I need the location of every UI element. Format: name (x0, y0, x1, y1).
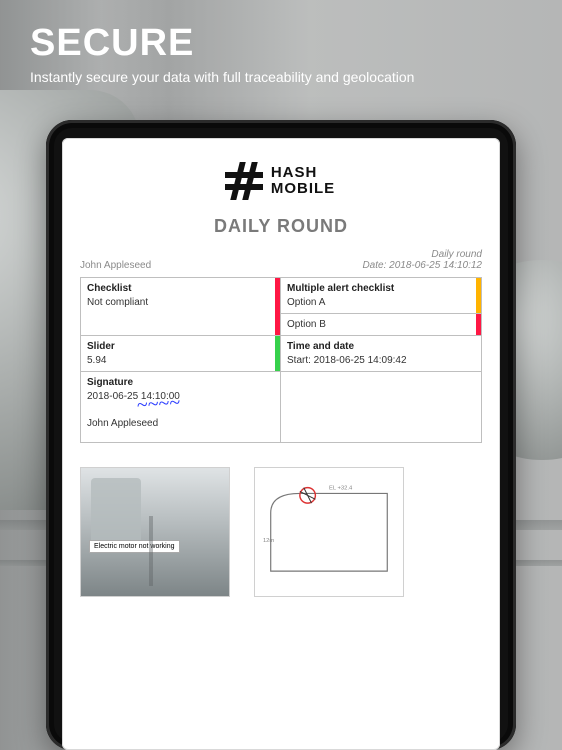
multi-option-b: Option B (287, 319, 475, 330)
status-bar-orange (476, 278, 481, 313)
svg-text:EL +32.4: EL +32.4 (329, 486, 353, 492)
brand-line1: HASH (271, 165, 335, 181)
brand-line2: MOBILE (271, 181, 335, 197)
signature-timestamp: 2018-06-25 14:10:00 (87, 391, 274, 402)
slider-value: 5.94 (87, 355, 274, 366)
document-date: 2018-06-25 14:10:12 (389, 260, 482, 271)
hero-banner: SECURE Instantly secure your data with f… (30, 22, 542, 85)
tablet-frame: HASH MOBILE DAILY ROUND John Appleseed D… (46, 120, 516, 750)
app-screen: HASH MOBILE DAILY ROUND John Appleseed D… (62, 138, 500, 750)
status-bar-green (275, 336, 280, 371)
status-bar-red-2 (476, 314, 481, 335)
checklist-value: Not compliant (87, 297, 274, 308)
checklist-label: Checklist (87, 283, 274, 294)
multi-alert-cell: Multiple alert checklist Option A Option… (281, 278, 481, 335)
document-title: DAILY ROUND (80, 216, 482, 237)
brand-logo: HASH MOBILE (80, 164, 482, 198)
date-prefix: Date: (362, 260, 389, 271)
brand-text: HASH MOBILE (271, 165, 335, 197)
signature-label: Signature (87, 377, 274, 388)
timedate-cell: Time and date Start: 2018-06-25 14:09:42 (281, 336, 481, 371)
author-name: John Appleseed (80, 260, 151, 271)
slider-label: Slider (87, 341, 274, 352)
signature-name: John Appleseed (87, 418, 274, 429)
schematic-icon: EL +32.4 12m (261, 474, 397, 591)
status-bar-red (275, 278, 280, 335)
multi-label: Multiple alert checklist (287, 283, 475, 294)
hero-title: SECURE (30, 22, 542, 65)
document-meta: John Appleseed Daily round Date: 2018-06… (80, 249, 482, 271)
attachment-diagram[interactable]: EL +32.4 12m (254, 467, 404, 597)
signature-cell: Signature 2018-06-25 14:10:00 ~~~~ John … (81, 372, 281, 442)
attachment-photo[interactable]: Electric motor not working (80, 467, 230, 597)
slider-cell: Slider 5.94 (81, 336, 281, 371)
signature-scribble: ~~~~ (136, 392, 181, 418)
form-grid: Checklist Not compliant Multiple alert c… (80, 277, 482, 443)
attachments-row: Electric motor not working EL +32.4 12m (80, 467, 482, 597)
timedate-label: Time and date (287, 341, 475, 352)
svg-text:12m: 12m (263, 538, 274, 544)
photo-caption: Electric motor not working (89, 540, 180, 553)
timedate-value: Start: 2018-06-25 14:09:42 (287, 355, 475, 366)
checklist-cell: Checklist Not compliant (81, 278, 281, 335)
hash-icon (227, 164, 261, 198)
hero-subtitle: Instantly secure your data with full tra… (30, 69, 542, 85)
multi-option-a: Option A (287, 297, 475, 308)
doc-type-label: Daily round (431, 249, 482, 260)
